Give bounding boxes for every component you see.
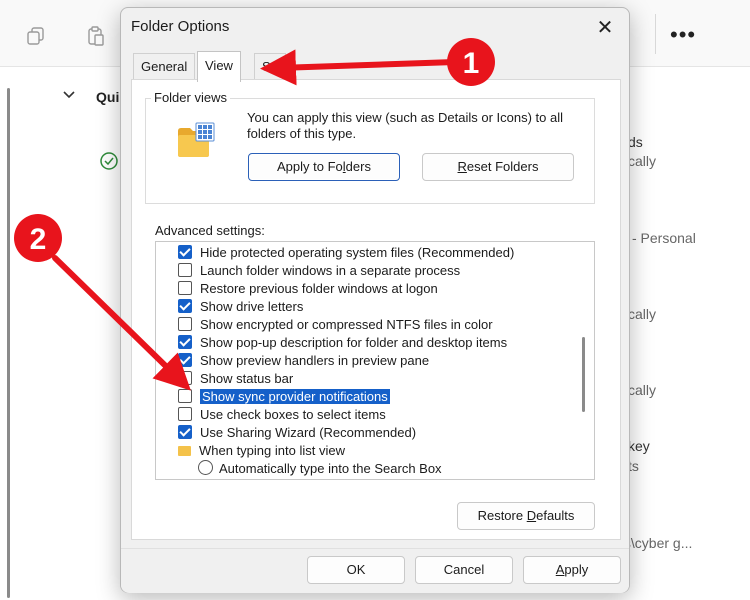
setting-popup-description[interactable]: Show pop-up description for folder and d…	[178, 334, 507, 352]
tab-view[interactable]: View	[197, 51, 241, 82]
bg-fragment: ts\cyber g...	[620, 535, 693, 551]
cancel-button[interactable]: Cancel	[415, 556, 513, 584]
setting-group-typing: When typing into list view	[178, 442, 345, 460]
setting-ntfs-color[interactable]: Show encrypted or compressed NTFS files …	[178, 316, 493, 334]
setting-type-into-search[interactable]: Automatically type into the Search Box	[198, 460, 442, 478]
advanced-settings-label: Advanced settings:	[155, 223, 265, 238]
bg-fragment: key	[628, 438, 650, 454]
toolbar-divider	[655, 14, 656, 54]
apply-button[interactable]: Apply	[523, 556, 621, 584]
checkbox-unchecked[interactable]	[178, 263, 192, 277]
bg-fragment: cally	[628, 306, 657, 322]
checkbox-checked[interactable]	[178, 425, 192, 439]
checkbox-checked[interactable]	[178, 353, 192, 367]
folder-views-label: Folder views	[151, 90, 230, 105]
restore-defaults-button[interactable]: Restore Defaults	[457, 502, 595, 530]
tab-general[interactable]: General	[133, 53, 196, 80]
checkbox-checked[interactable]	[178, 299, 192, 313]
list-scrollbar-thumb[interactable]	[582, 337, 585, 412]
advanced-settings-list[interactable]: Hide protected operating system files (R…	[155, 241, 595, 480]
checkbox-unchecked[interactable]	[178, 317, 192, 331]
paste-icon[interactable]	[86, 26, 106, 46]
setting-separate-process[interactable]: Launch folder windows in a separate proc…	[178, 262, 460, 280]
setting-sync-provider-notifications[interactable]: Show sync provider notifications	[178, 388, 391, 406]
setting-status-bar[interactable]: Show status bar	[178, 370, 293, 388]
bg-fragment: cally	[628, 153, 657, 169]
apply-to-folders-button[interactable]: Apply to Folders	[248, 153, 400, 181]
folder-view-icon	[176, 121, 216, 161]
setting-sharing-wizard[interactable]: Use Sharing Wizard (Recommended)	[178, 424, 416, 442]
radio-button[interactable]	[198, 460, 213, 475]
checkbox-unchecked[interactable]	[178, 389, 192, 403]
checkbox-unchecked[interactable]	[178, 371, 192, 385]
checkbox-unchecked[interactable]	[178, 281, 192, 295]
checkbox-unchecked[interactable]	[178, 407, 192, 421]
checkbox-checked[interactable]	[178, 245, 192, 259]
setting-check-boxes[interactable]: Use check boxes to select items	[178, 406, 386, 424]
folder-icon	[178, 446, 191, 456]
setting-restore-windows[interactable]: Restore previous folder windows at logon	[178, 280, 438, 298]
check-circle-icon	[99, 151, 119, 174]
bg-fragment: cally	[628, 382, 657, 398]
chevron-down-icon[interactable]	[62, 88, 76, 105]
explorer-scrollbar[interactable]	[7, 88, 10, 598]
bg-fragment: ds	[628, 134, 643, 150]
setting-preview-handlers[interactable]: Show preview handlers in preview pane	[178, 352, 429, 370]
folder-options-dialog: Folder Options ✕ General View Se Folder …	[120, 7, 630, 593]
reset-folders-button[interactable]: Reset Folders	[422, 153, 574, 181]
close-icon[interactable]: ✕	[591, 14, 619, 42]
quick-access-label[interactable]: Qui	[96, 89, 119, 105]
setting-show-drive-letters[interactable]: Show drive letters	[178, 298, 303, 316]
bg-fragment: - Personal	[632, 230, 696, 246]
folder-views-description: You can apply this view (such as Details…	[247, 110, 564, 141]
more-options-button[interactable]: •••	[670, 22, 696, 48]
dialog-title: Folder Options	[131, 18, 230, 35]
checkbox-checked[interactable]	[178, 335, 192, 349]
tab-search[interactable]: Se	[254, 53, 286, 80]
copy-icon[interactable]	[26, 26, 46, 46]
setting-hide-protected-files[interactable]: Hide protected operating system files (R…	[178, 244, 514, 262]
ok-button[interactable]: OK	[307, 556, 405, 584]
